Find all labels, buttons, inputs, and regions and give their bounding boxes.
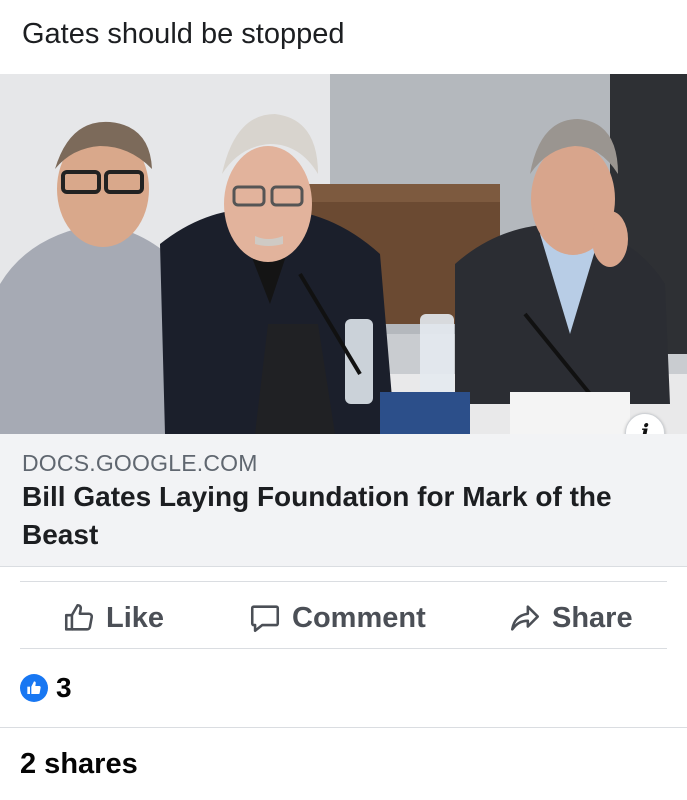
- link-image[interactable]: [0, 74, 687, 434]
- reaction-count: 3: [56, 672, 72, 703]
- comment-button[interactable]: Comment: [248, 594, 426, 642]
- like-button[interactable]: Like: [62, 594, 164, 642]
- link-meta[interactable]: DOCS.GOOGLE.COM Bill Gates Laying Founda…: [0, 434, 687, 567]
- action-bar: Like Comment Share: [0, 594, 687, 642]
- thumbs-up-icon: [20, 674, 48, 702]
- share-button[interactable]: Share: [508, 594, 633, 642]
- divider: [20, 648, 667, 649]
- link-preview-card[interactable]: i DOCS.GOOGLE.COM Bill Gates Laying Foun…: [0, 74, 687, 567]
- divider: [0, 727, 687, 728]
- reaction-summary[interactable]: 3: [20, 672, 72, 704]
- share-icon: [508, 601, 542, 635]
- link-title[interactable]: Bill Gates Laying Foundation for Mark of…: [22, 478, 672, 554]
- comment-label: Comment: [292, 601, 426, 634]
- comment-icon: [248, 601, 282, 635]
- post-text: Gates should be stopped: [22, 18, 345, 50]
- divider: [20, 581, 667, 582]
- thumbs-up-icon: [62, 601, 96, 635]
- link-domain: DOCS.GOOGLE.COM: [22, 450, 258, 476]
- shares-count[interactable]: 2 shares: [20, 748, 138, 781]
- like-label: Like: [106, 601, 165, 634]
- share-label: Share: [552, 601, 633, 634]
